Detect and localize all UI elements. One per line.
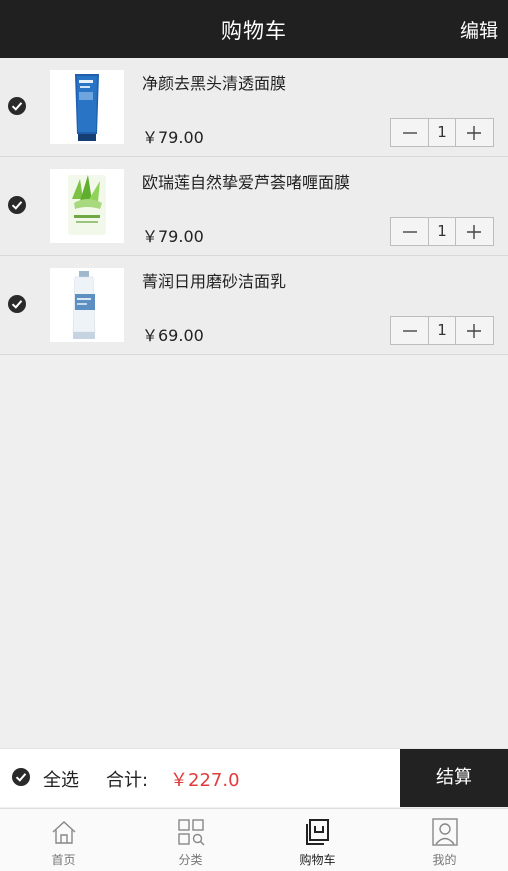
decrease-button[interactable] — [391, 317, 428, 344]
decrease-button[interactable] — [391, 119, 428, 146]
tab-label: 我的 — [432, 853, 457, 867]
quantity-value[interactable]: 1 — [428, 218, 456, 245]
product-thumbnail[interactable] — [50, 169, 124, 243]
product-name[interactable]: 净颜去黑头清透面膜 — [142, 70, 286, 94]
product-price: ￥79.00 — [142, 128, 204, 147]
cart-icon — [305, 819, 329, 845]
checkout-button[interactable]: 结算 — [400, 749, 508, 807]
item-checkbox[interactable] — [8, 295, 26, 313]
bottom-tab-bar: 首页 分类 购物车 我的 — [0, 808, 508, 871]
minus-icon — [402, 131, 417, 134]
check-icon — [11, 201, 23, 210]
select-all-checkbox[interactable] — [12, 768, 30, 786]
select-all-label[interactable]: 全选 — [43, 766, 79, 792]
tab-category[interactable]: 分类 — [127, 809, 254, 871]
check-icon — [11, 102, 23, 111]
minus-icon — [402, 329, 417, 332]
check-icon — [15, 773, 27, 782]
product-price: ￥79.00 — [142, 227, 204, 246]
plus-icon — [467, 224, 482, 239]
product-thumbnail[interactable] — [50, 268, 124, 342]
product-price: ￥69.00 — [142, 326, 204, 345]
blue-tube-product-image — [50, 70, 124, 144]
quantity-stepper: 1 — [390, 217, 494, 246]
minus-icon — [402, 230, 417, 233]
top-bar: 购物车 编辑 — [0, 0, 508, 58]
total-price: ￥227.0 — [170, 770, 240, 791]
decrease-button[interactable] — [391, 218, 428, 245]
plus-icon — [467, 323, 482, 338]
cart-item: 菁润日用磨砂洁面乳 ￥69.00 1 — [0, 256, 508, 355]
item-checkbox[interactable] — [8, 97, 26, 115]
product-name[interactable]: 欧瑞莲自然挚爱芦荟啫喱面膜 — [142, 169, 350, 193]
tab-label: 购物车 — [299, 853, 336, 867]
edit-button[interactable]: 编辑 — [460, 0, 498, 58]
product-name[interactable]: 菁润日用磨砂洁面乳 — [142, 268, 286, 292]
tab-cart[interactable]: 购物车 — [254, 809, 381, 871]
cart-item: 欧瑞莲自然挚爱芦荟啫喱面膜 ￥79.00 1 — [0, 157, 508, 256]
product-thumbnail[interactable] — [50, 70, 124, 144]
quantity-stepper: 1 — [390, 316, 494, 345]
plus-icon — [467, 125, 482, 140]
tab-label: 首页 — [51, 853, 76, 867]
item-checkbox[interactable] — [8, 196, 26, 214]
white-blue-tube-product-image — [50, 268, 124, 342]
cart-item: 净颜去黑头清透面膜 ￥79.00 1 — [0, 58, 508, 157]
category-icon — [177, 819, 204, 846]
tab-home[interactable]: 首页 — [0, 809, 127, 871]
increase-button[interactable] — [456, 317, 493, 344]
aloe-gel-product-image — [50, 169, 124, 243]
quantity-stepper: 1 — [390, 118, 494, 147]
increase-button[interactable] — [456, 119, 493, 146]
page-title: 购物车 — [221, 19, 287, 43]
settlement-bar: 全选 合计: ￥227.0 结算 — [0, 748, 508, 807]
cart-list: 净颜去黑头清透面膜 ￥79.00 1 欧瑞莲自然挚爱芦荟啫喱面膜 ￥79.00 … — [0, 58, 508, 355]
increase-button[interactable] — [456, 218, 493, 245]
tab-profile[interactable]: 我的 — [381, 809, 508, 871]
quantity-value[interactable]: 1 — [428, 119, 456, 146]
check-icon — [11, 300, 23, 309]
tab-label: 分类 — [178, 853, 203, 867]
profile-icon — [431, 818, 458, 846]
home-icon — [52, 821, 75, 844]
quantity-value[interactable]: 1 — [428, 317, 456, 344]
total-label: 合计: — [106, 770, 149, 791]
